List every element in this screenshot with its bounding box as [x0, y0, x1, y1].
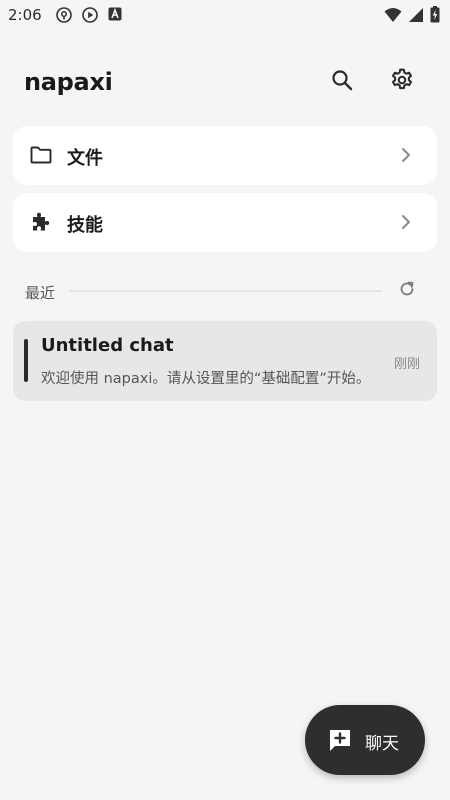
files-card[interactable]: 文件: [13, 126, 437, 185]
gear-icon: [389, 67, 415, 97]
settings-button[interactable]: [382, 62, 422, 102]
folder-icon: [29, 143, 53, 167]
play-circle-icon: [82, 7, 98, 23]
battery-charging-icon: [430, 6, 440, 27]
wifi-icon: [384, 7, 402, 27]
recent-title: 最近: [25, 284, 56, 302]
add-chat-icon: [327, 727, 353, 753]
app-header: napaxi: [0, 54, 450, 110]
refresh-icon: [398, 280, 416, 302]
font-a-icon: [108, 7, 122, 23]
cellular-signal-icon: [408, 7, 424, 27]
skills-label: 技能: [67, 215, 103, 236]
chevron-right-icon: [395, 144, 417, 166]
vpn-key-circle-icon: [56, 7, 72, 23]
active-indicator: [24, 339, 28, 382]
section-divider: [69, 290, 382, 292]
chat-timestamp: 刚刚: [393, 357, 420, 372]
notification-icons: [56, 7, 122, 23]
status-time: 2:06: [8, 6, 42, 24]
status-bar: 2:06: [0, 0, 450, 32]
chat-preview: 欢迎使用 napaxi。请从设置里的“基础配置”开始。: [41, 371, 371, 387]
search-button[interactable]: [322, 62, 362, 102]
chat-title: Untitled chat: [41, 335, 174, 356]
search-icon: [330, 68, 354, 96]
recent-section-header: 最近: [0, 276, 450, 306]
refresh-button[interactable]: [394, 278, 420, 304]
new-chat-label: 聊天: [365, 734, 399, 754]
new-chat-button[interactable]: 聊天: [305, 705, 425, 775]
skills-card[interactable]: 技能: [13, 193, 437, 252]
puzzle-icon: [29, 210, 53, 234]
app-title: napaxi: [24, 68, 113, 96]
chevron-right-icon: [395, 211, 417, 233]
chat-list-item[interactable]: Untitled chat 欢迎使用 napaxi。请从设置里的“基础配置”开始…: [13, 321, 437, 401]
home-screen: 2:06 napaxi 文件 技能 最近 Untitled chat 欢迎使用 …: [0, 0, 450, 800]
system-status-icons: [384, 6, 440, 27]
files-label: 文件: [67, 148, 103, 169]
